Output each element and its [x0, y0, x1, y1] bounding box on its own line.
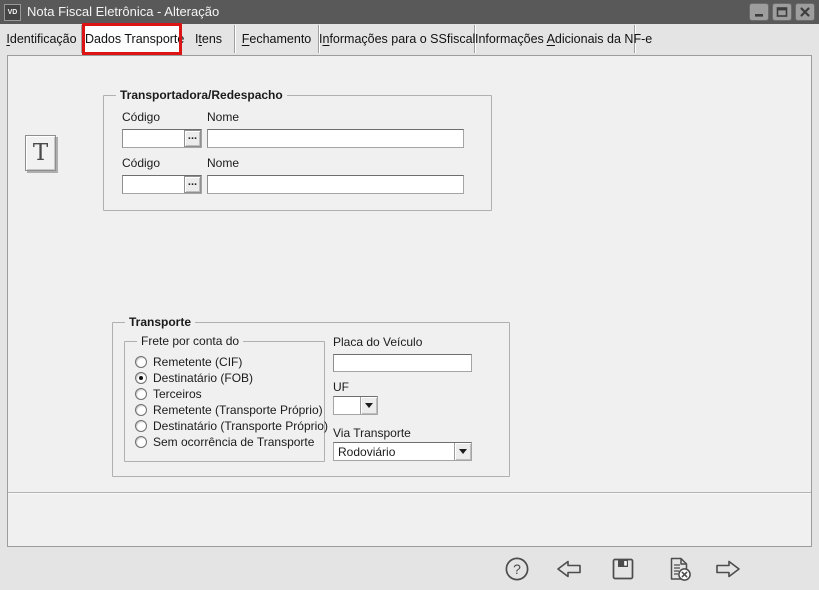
codigo-browse-button-1[interactable]: ...	[184, 130, 201, 147]
maximize-icon	[776, 7, 788, 17]
via-transporte-value: Rodoviário	[338, 445, 396, 459]
app-window: VD Nota Fiscal Eletrônica - Alteração Id…	[0, 0, 819, 590]
transporte-group: Transporte Frete por conta do Remetente …	[112, 315, 510, 477]
close-button[interactable]	[795, 3, 815, 21]
arrow-left-icon	[557, 560, 581, 578]
placa-label: Placa do Veículo	[333, 335, 423, 349]
tab-informacoes-adicionais-nfe[interactable]: Informações Adicionais da NF-e	[475, 25, 652, 53]
codigo-label-1: Código	[122, 110, 161, 124]
document-cancel-icon	[670, 557, 691, 581]
group-title: Frete por conta do	[137, 334, 244, 348]
radio-icon	[135, 404, 147, 416]
radio-icon	[135, 420, 147, 432]
nome-input-2[interactable]	[207, 175, 464, 194]
radio-icon	[135, 388, 147, 400]
radio-destinatario-transporte-proprio[interactable]: Destinatário (Transporte Próprio)	[135, 419, 328, 433]
radio-sem-ocorrencia[interactable]: Sem ocorrência de Transporte	[135, 435, 314, 449]
codigo-label-2: Código	[122, 156, 161, 170]
chevron-down-icon	[459, 449, 467, 454]
save-button[interactable]	[609, 556, 637, 582]
nome-label-1: Nome	[207, 110, 240, 124]
radio-destinatario-fob[interactable]: Destinatário (FOB)	[135, 371, 253, 385]
chevron-down-icon	[365, 403, 373, 408]
tab-itens[interactable]: Itens	[183, 25, 235, 53]
bottom-toolbar: ?	[0, 547, 819, 590]
tab-fechamento[interactable]: Fechamento	[235, 25, 319, 53]
minimize-button[interactable]	[749, 3, 769, 21]
panel-separator	[8, 492, 811, 494]
previous-button[interactable]	[555, 556, 583, 582]
codigo-browse-button-2[interactable]: ...	[184, 176, 201, 193]
radio-icon	[135, 436, 147, 448]
uf-combobox[interactable]	[333, 396, 378, 415]
tab-identificacao[interactable]: Identificação	[2, 25, 82, 53]
uf-label: UF	[333, 380, 349, 394]
radio-remetente-transporte-proprio[interactable]: Remetente (Transporte Próprio)	[135, 403, 323, 417]
via-transporte-label: Via Transporte	[333, 426, 411, 440]
uf-dropdown-button[interactable]	[360, 397, 377, 414]
window-title: Nota Fiscal Eletrônica - Alteração	[27, 4, 220, 19]
group-title: Transporte	[125, 315, 196, 329]
via-transporte-combobox[interactable]: Rodoviário	[333, 442, 472, 461]
svg-text:?: ?	[513, 561, 521, 577]
next-button[interactable]	[714, 556, 742, 582]
cancel-document-button[interactable]	[665, 556, 693, 582]
radio-terceiros[interactable]: Terceiros	[135, 387, 202, 401]
help-button[interactable]: ?	[503, 556, 531, 582]
transportadora-redespacho-group: Transportadora/Redespacho Código ... Nom…	[103, 88, 492, 211]
radio-remetente-cif[interactable]: Remetente (CIF)	[135, 355, 242, 369]
tab-dados-transporte[interactable]: Dados Transporte	[82, 23, 184, 55]
minimize-icon	[755, 14, 763, 17]
radio-icon	[135, 372, 147, 384]
radio-icon	[135, 356, 147, 368]
placa-input[interactable]	[333, 354, 472, 372]
save-icon	[612, 558, 634, 580]
text-tool-button[interactable]: T	[25, 135, 56, 171]
frete-por-conta-group: Frete por conta do Remetente (CIF) Desti…	[124, 334, 328, 462]
titlebar: VD Nota Fiscal Eletrônica - Alteração	[0, 0, 819, 24]
app-logo-icon: VD	[4, 4, 21, 21]
nome-label-2: Nome	[207, 156, 240, 170]
group-title: Transportadora/Redespacho	[116, 88, 287, 102]
tab-page-dados-transporte: T Transportadora/Redespacho Código ... N…	[7, 55, 812, 547]
help-icon: ?	[505, 557, 529, 581]
nome-input-1[interactable]	[207, 129, 464, 148]
arrow-right-icon	[716, 560, 740, 578]
maximize-button[interactable]	[772, 3, 792, 21]
tab-informacoes-ssfiscal[interactable]: Informações para o SSfiscal	[319, 25, 475, 53]
tab-strip: Identificação Dados Transporte Itens Fec…	[2, 23, 652, 55]
close-icon	[800, 7, 810, 17]
via-transporte-dropdown-button[interactable]	[454, 443, 471, 460]
